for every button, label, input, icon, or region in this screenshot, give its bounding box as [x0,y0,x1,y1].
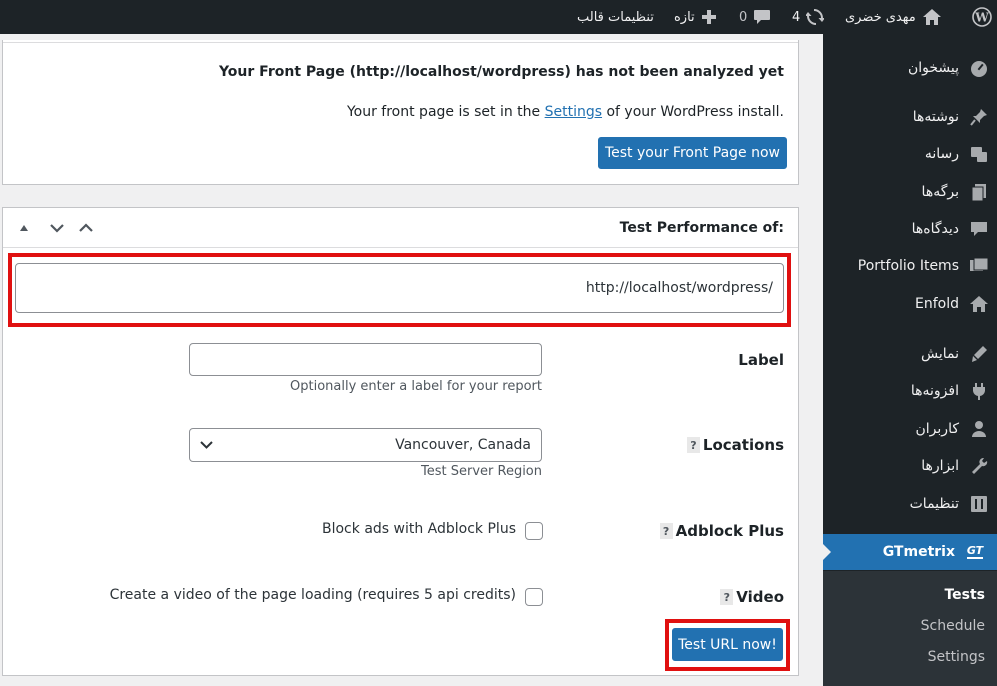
sidebar-item-label: کاربران [915,421,959,437]
tools-icon [969,456,989,476]
customize-label: تنظیمات قالب [577,9,654,25]
sidebar-item-10[interactable]: ابزارها [823,448,997,484]
sidebar-item-label: نوشته‌ها [912,109,959,125]
current-arrow-indicator [823,544,831,560]
comments-link[interactable]: 0 [739,0,771,34]
portfolio-icon [969,256,989,276]
plugins-icon [969,381,989,401]
gtmetrix-submenu: Tests Schedule Settings [823,571,997,686]
submenu-schedule[interactable]: Schedule [921,618,985,634]
description-text-after: of your WordPress install. [602,104,784,120]
sidebar-item-label: پیشخوان [907,60,959,76]
sidebar-item-gtmetrix[interactable]: GTmetrix GT [823,534,997,570]
sidebar-item-2[interactable]: رسانه [823,136,997,172]
sidebar-item-11[interactable]: تنظیمات [823,486,997,522]
adblock-checkbox-label[interactable]: Block ads with Adblock Plus [322,521,516,537]
locations-label: ? Locations [686,436,784,454]
sidebar-item-7[interactable]: نمایش [823,336,997,372]
front-page-panel: Your Front Page (http://localhost/wordpr… [2,40,799,185]
chevron-down-icon [200,437,213,453]
adblock-label-text: Adblock Plus [675,522,784,540]
help-icon[interactable]: ? [686,437,700,453]
comment-bubble-icon [753,9,771,25]
label-input[interactable] [189,343,542,376]
pages-icon [969,182,989,202]
comments-icon [969,219,989,239]
admin-sidebar: پیشخوان نوشته‌ها رسانه برگه‌ها دیدگاه‌ها Port… [823,34,997,686]
locations-label-text: Locations [702,436,784,454]
home-icon [969,294,989,314]
sidebar-item-5[interactable]: Portfolio Items [823,248,997,284]
video-label-text: Video [736,588,784,606]
updates-link[interactable]: 4 [792,0,825,34]
sidebar-item-label: دیدگاه‌ها [911,221,959,237]
locations-description: Test Server Region [421,464,542,479]
sidebar-item-label: افزونه‌ها [910,383,959,399]
panel-title: Test Performance of: [619,220,784,236]
settings-link[interactable]: Settings [545,104,602,120]
site-name-link[interactable]: مهدی خضری [845,0,942,34]
video-checkbox[interactable] [525,588,543,606]
new-content-link[interactable]: تازه [674,0,717,34]
description-text-before: Your front page is set in the [346,104,545,120]
front-page-description: Your front page is set in the Settings o… [347,104,784,120]
panel-divider [3,42,798,43]
updates-count: 4 [792,9,801,25]
dashboard-icon [969,58,989,78]
sidebar-item-1[interactable]: نوشته‌ها [823,99,997,135]
sidebar-item-8[interactable]: افزونه‌ها [823,373,997,409]
users-icon [969,419,989,439]
locations-selected-value: Vancouver, Canada [395,437,531,453]
postbox-header: Test Performance of: [3,208,798,248]
sidebar-item-4[interactable]: دیدگاه‌ها [823,211,997,247]
svg-text:W: W [974,11,989,25]
adblock-checkbox[interactable] [525,522,543,540]
updates-icon [806,8,825,26]
media-icon [969,144,989,164]
help-icon[interactable]: ? [659,523,673,539]
sidebar-item-label: Enfold [915,296,959,312]
comments-count: 0 [739,9,748,25]
plus-icon [701,9,717,25]
chevron-up-icon[interactable] [77,219,95,237]
video-label: ? Video [720,588,784,606]
submenu-settings[interactable]: Settings [928,649,985,665]
new-label: تازه [674,9,695,25]
chevron-down-icon[interactable] [48,219,66,237]
settings-icon [969,494,989,514]
sidebar-item-0[interactable]: پیشخوان [823,50,997,86]
sidebar-item-label: Portfolio Items [857,258,959,274]
sidebar-item-3[interactable]: برگه‌ها [823,174,997,210]
sidebar-item-label: رسانه [924,146,959,162]
wordpress-logo-icon[interactable]: W [967,0,997,34]
locations-select[interactable]: Vancouver, Canada [189,428,542,462]
site-name: مهدی خضری [845,9,916,25]
home-icon [922,8,942,26]
test-url-button[interactable]: Test URL now! [672,628,783,661]
help-icon[interactable]: ? [720,589,734,605]
customize-link[interactable]: تنظیمات قالب [577,0,654,34]
sidebar-item-label: تنظیمات [909,496,959,512]
sidebar-item-label: برگه‌ها [921,184,959,200]
label-field-label: Label [738,351,784,369]
sidebar-item-6[interactable]: Enfold [823,286,997,322]
pin-icon [969,107,989,127]
sidebar-item-label: نمایش [920,346,959,362]
adblock-label: ? Adblock Plus [659,522,784,540]
test-front-page-button[interactable]: Test your Front Page now [598,137,787,169]
front-page-heading: Your Front Page (http://localhost/wordpr… [218,64,784,80]
video-checkbox-label[interactable]: Create a video of the page loading (requ… [110,587,516,603]
sidebar-item-label: ابزارها [921,458,959,474]
appearance-icon [969,344,989,364]
label-description: Optionally enter a label for your report [290,379,542,394]
move-up-icon[interactable] [15,219,33,237]
submenu-tests[interactable]: Tests [944,587,985,603]
sidebar-item-label: GTmetrix [882,544,955,560]
gtmetrix-icon: GT [966,544,984,559]
admin-bar: W مهدی خضری 4 0 تازه تنظیمات قالب [0,0,997,34]
test-performance-panel: Test Performance of: http://localhost/wo… [2,207,799,676]
sidebar-item-9[interactable]: کاربران [823,411,997,447]
url-input[interactable]: http://localhost/wordpress/ [15,263,784,313]
